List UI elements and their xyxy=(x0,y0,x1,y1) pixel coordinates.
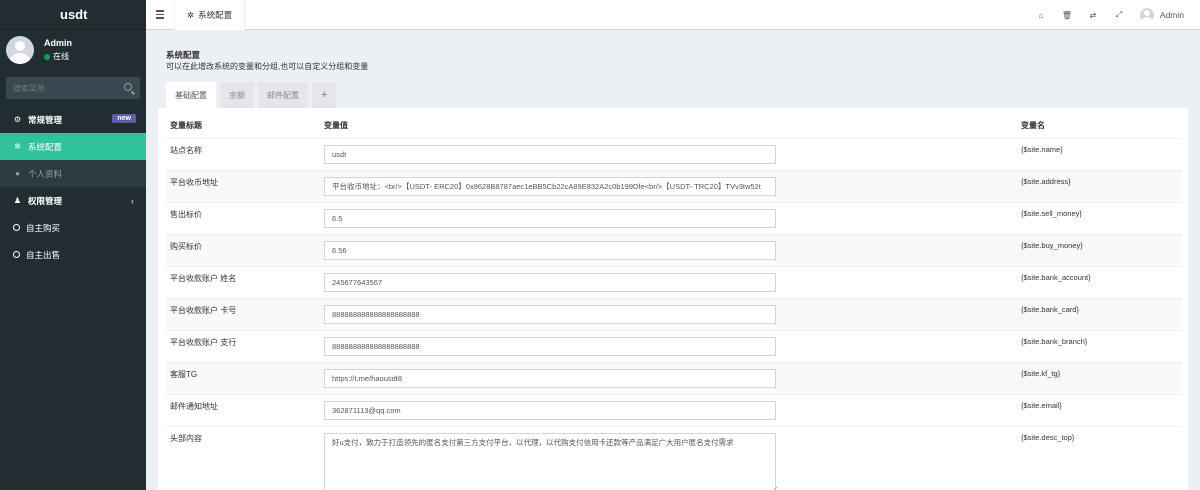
sidebar-item-buy[interactable]: 自主购买 xyxy=(0,214,146,241)
table-row: 购买标价 6.56 {$site.buy_money} xyxy=(166,233,1182,266)
panel-header: 系统配置 可以在此增改系统的变量和分组,也可以自定义分组和变量 基础配置 余额 … xyxy=(158,39,1188,108)
top-user-name: Admin xyxy=(1159,10,1184,20)
sidebar-item-sell[interactable]: 自主出售 xyxy=(0,241,146,268)
column-header-name: 变量名 xyxy=(1021,121,1045,131)
column-header-title: 变量标题 xyxy=(170,121,202,131)
tab-label: 系统配置 xyxy=(198,10,233,20)
var-name: {$site.desc_top} xyxy=(1017,425,1182,490)
user-menu[interactable]: Admin xyxy=(1132,8,1200,22)
column-header-value: 变量值 xyxy=(324,121,348,131)
add-tab-button[interactable]: + xyxy=(312,82,337,108)
new-badge: new xyxy=(112,114,136,123)
gear-icon: ✲ xyxy=(14,142,21,151)
table-row: 头部内容 好u支付，致力于打造领先的匿名支付第三方支付平台，以代理，以代购支付信… xyxy=(166,425,1182,490)
user-status: 在线 xyxy=(44,51,69,62)
sidebar-item-label: 系统配置 xyxy=(28,141,63,152)
var-name: {$site.sell_money} xyxy=(1017,201,1182,234)
search-icon[interactable] xyxy=(124,83,132,91)
row-title: 站点名称 xyxy=(166,137,320,170)
var-name: {$site.buy_money} xyxy=(1017,233,1182,266)
table-row: 站点名称 usdt {$site.name} xyxy=(166,137,1182,170)
menu-icon[interactable] xyxy=(156,10,164,19)
table-row: 客服TG https://t.me/haousdt8 {$site.kf_tg} xyxy=(166,361,1182,394)
sidebar-item-label: 自主出售 xyxy=(26,249,61,260)
user-name: Admin xyxy=(44,38,72,48)
sidebar-item-system-config[interactable]: ✲ 系统配置 xyxy=(0,133,146,160)
var-name: {$site.email} xyxy=(1017,393,1182,426)
gear-icon: ✲ xyxy=(187,9,195,20)
table-row: 平台收币地址 平台收币地址：<br/>【USDT- ERC20】0x8628B8… xyxy=(166,169,1182,202)
sidebar-item-profile[interactable]: ● 个人资料 xyxy=(0,160,146,187)
row-title: 客服TG xyxy=(166,361,320,394)
user-panel: Admin 在线 xyxy=(0,30,146,72)
sidebar-item-label: 个人资料 xyxy=(28,168,63,179)
buy-price-input[interactable]: 6.56 xyxy=(324,240,776,260)
tab-email[interactable]: 邮件配置 xyxy=(258,82,308,108)
sidebar-menu: ⚙ 常规管理 new ✲ 系统配置 ● 个人资料 ♟ 权限管理 ‹ 自主购买 自… xyxy=(0,106,146,268)
site-name-input[interactable]: usdt xyxy=(324,144,776,164)
sidebar-item-label: 权限管理 xyxy=(28,195,63,206)
online-dot-icon xyxy=(44,53,50,60)
user-icon: ● xyxy=(15,169,20,178)
table-row: 售出标价 6.5 {$site.sell_money} xyxy=(166,201,1182,234)
topbar: ✲ 系统配置 ⌂ 🗑 ⇄ ⤢ Admin xyxy=(146,0,1200,30)
avatar xyxy=(1139,8,1154,22)
translate-icon[interactable]: ⇄ xyxy=(1080,0,1106,30)
row-title: 平台收币地址 xyxy=(166,169,320,202)
sidebar-search xyxy=(6,77,140,99)
kf-tg-input[interactable]: https://t.me/haousdt8 xyxy=(324,368,776,388)
row-title: 头部内容 xyxy=(166,425,320,490)
trash-icon[interactable]: 🗑 xyxy=(1054,0,1080,30)
user-status-label: 在线 xyxy=(53,52,69,61)
sidebar-item-label: 自主购买 xyxy=(26,222,61,233)
bank-branch-input[interactable]: 888888888888888888888 xyxy=(324,336,776,356)
page-title: 系统配置 xyxy=(166,50,201,60)
circle-icon xyxy=(13,224,20,231)
table-row: 邮件通知地址 362871113@qq.com {$site.email} xyxy=(166,393,1182,426)
page-description: 可以在此增改系统的变量和分组,也可以自定义分组和变量 xyxy=(166,62,369,71)
var-name: {$site.bank_card} xyxy=(1017,297,1182,330)
table-row: 平台收款账户 姓名 245677643567 {$site.bank_accou… xyxy=(166,265,1182,298)
circle-icon xyxy=(13,251,20,258)
bank-account-input[interactable]: 245677643567 xyxy=(324,272,776,292)
bank-card-input[interactable]: 888888888888888888888 xyxy=(324,304,776,324)
var-name: {$site.kf_tg} xyxy=(1017,361,1182,394)
row-title: 平台收款账户 卡号 xyxy=(166,297,320,330)
fullscreen-icon[interactable]: ⤢ xyxy=(1106,0,1132,30)
avatar xyxy=(6,36,34,64)
chevron-left-icon: ‹ xyxy=(131,196,134,206)
users-icon: ♟ xyxy=(13,196,22,205)
config-table: 变量标题 变量值 变量名 站点名称 usdt {$site.name} 平台收币… xyxy=(166,114,1182,490)
config-panel: 系统配置 可以在此增改系统的变量和分组,也可以自定义分组和变量 基础配置 余额 … xyxy=(158,39,1188,490)
email-input[interactable]: 362871113@qq.com xyxy=(324,400,776,420)
sidebar-item-general[interactable]: ⚙ 常规管理 new xyxy=(0,106,146,133)
sell-price-input[interactable]: 6.5 xyxy=(324,208,776,228)
app-logo[interactable]: usdt xyxy=(0,0,146,30)
config-tabs: 基础配置 余额 邮件配置 + xyxy=(166,82,337,108)
site-address-input[interactable]: 平台收币地址：<br/>【USDT- ERC20】0x8628B8787aec1… xyxy=(324,176,776,196)
var-name: {$site.bank_branch} xyxy=(1017,329,1182,362)
row-title: 购买标价 xyxy=(166,233,320,266)
search-input[interactable] xyxy=(6,77,116,99)
home-icon[interactable]: ⌂ xyxy=(1028,0,1054,30)
row-title: 平台收款账户 支行 xyxy=(166,329,320,362)
row-title: 邮件通知地址 xyxy=(166,393,320,426)
row-title: 售出标价 xyxy=(166,201,320,234)
main-content: 系统配置 可以在此增改系统的变量和分组,也可以自定义分组和变量 基础配置 余额 … xyxy=(146,31,1200,490)
sidebar: usdt Admin 在线 ⚙ 常规管理 new ✲ 系统配置 ● 个人资料 ♟… xyxy=(0,0,146,490)
var-name: {$site.address} xyxy=(1017,169,1182,202)
sidebar-item-label: 常规管理 xyxy=(28,114,63,125)
cogs-icon: ⚙ xyxy=(13,115,22,124)
tab-balance[interactable]: 余额 xyxy=(220,82,254,108)
topbar-actions: ⌂ 🗑 ⇄ ⤢ Admin xyxy=(1028,0,1200,30)
desc-top-textarea[interactable]: 好u支付，致力于打造领先的匿名支付第三方支付平台，以代理，以代购支付信用卡还款等… xyxy=(324,432,776,490)
tab-system-config[interactable]: ✲ 系统配置 xyxy=(174,0,246,30)
table-row: 平台收款账户 卡号 888888888888888888888 {$site.b… xyxy=(166,297,1182,330)
sidebar-item-permissions[interactable]: ♟ 权限管理 ‹ xyxy=(0,187,146,214)
var-name: {$site.name} xyxy=(1017,137,1182,170)
tab-basic[interactable]: 基础配置 xyxy=(166,82,216,108)
row-title: 平台收款账户 姓名 xyxy=(166,265,320,298)
table-row: 平台收款账户 支行 888888888888888888888 {$site.b… xyxy=(166,329,1182,362)
var-name: {$site.bank_account} xyxy=(1017,265,1182,298)
